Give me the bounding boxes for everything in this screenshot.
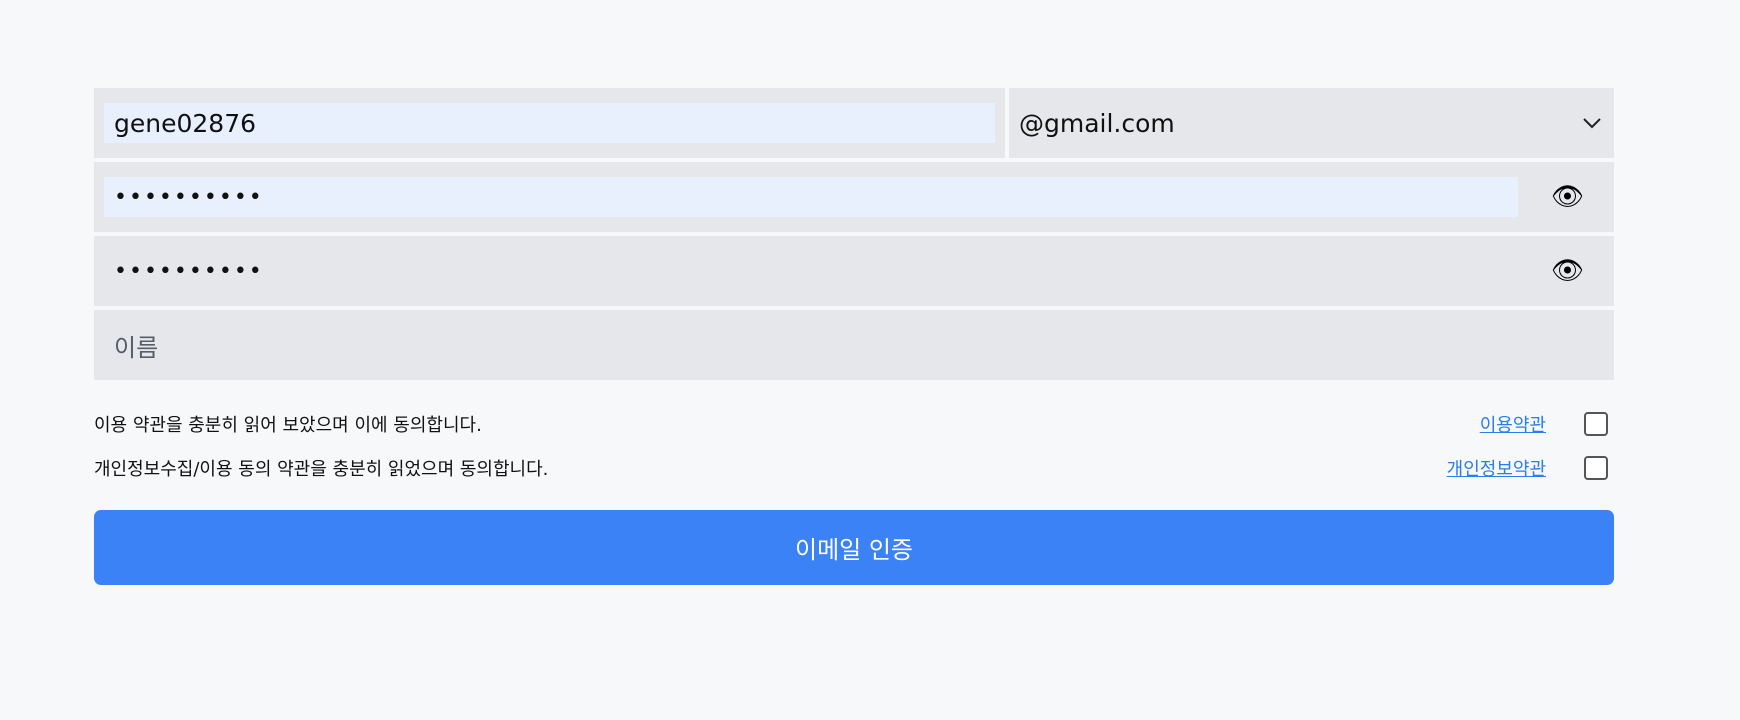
agreement-privacy-actions: 개인정보약관 bbox=[1447, 455, 1614, 481]
privacy-checkbox[interactable] bbox=[1584, 456, 1608, 480]
password-confirm-row: •••••••••• 👁 bbox=[94, 236, 1614, 306]
signup-form: gene02876 @gmail.com •••••••••• 👁 ••••••… bbox=[94, 88, 1614, 585]
email-local-value: gene02876 bbox=[114, 108, 257, 138]
email-verify-label: 이메일 인증 bbox=[794, 536, 914, 564]
agreement-terms: 이용 약관을 충분히 읽어 보았으며 이에 동의합니다. 이용약관 bbox=[94, 402, 1614, 446]
name-placeholder: 이름 bbox=[114, 333, 159, 362]
terms-link[interactable]: 이용약관 bbox=[1480, 411, 1546, 437]
email-verify-button[interactable]: 이메일 인증 bbox=[94, 510, 1614, 585]
password-row: •••••••••• 👁 bbox=[94, 162, 1614, 232]
password-confirm-input[interactable]: •••••••••• bbox=[104, 251, 1518, 291]
password-confirm-value: •••••••••• bbox=[114, 258, 264, 284]
privacy-link[interactable]: 개인정보약관 bbox=[1447, 455, 1546, 481]
terms-checkbox[interactable] bbox=[1584, 412, 1608, 436]
agreement-privacy-text: 개인정보수집/이용 동의 약관을 충분히 읽었으며 동의합니다. bbox=[94, 459, 549, 480]
agreements: 이용 약관을 충분히 읽어 보았으며 이에 동의합니다. 이용약관 개인정보수집… bbox=[94, 402, 1614, 490]
password-container: •••••••••• 👁 bbox=[94, 162, 1614, 232]
eye-icon[interactable]: 👁 bbox=[1551, 258, 1584, 284]
name-input[interactable]: 이름 bbox=[94, 310, 1614, 380]
password-value: •••••••••• bbox=[114, 184, 264, 210]
name-row: 이름 bbox=[94, 310, 1614, 380]
eye-icon[interactable]: 👁 bbox=[1551, 184, 1584, 210]
email-row: gene02876 @gmail.com bbox=[94, 88, 1614, 158]
chevron-down-icon bbox=[1582, 117, 1602, 129]
email-local-input[interactable]: gene02876 bbox=[104, 103, 995, 143]
password-confirm-container: •••••••••• 👁 bbox=[94, 236, 1614, 306]
password-input[interactable]: •••••••••• bbox=[104, 177, 1518, 217]
agreement-privacy: 개인정보수집/이용 동의 약관을 충분히 읽었으며 동의합니다. 개인정보약관 bbox=[94, 446, 1614, 490]
agreement-terms-text: 이용 약관을 충분히 읽어 보았으며 이에 동의합니다. bbox=[94, 415, 482, 436]
email-domain-select[interactable]: @gmail.com bbox=[1009, 88, 1614, 158]
email-domain-value: @gmail.com bbox=[1019, 108, 1175, 138]
email-local-container: gene02876 bbox=[94, 88, 1005, 158]
agreement-terms-actions: 이용약관 bbox=[1480, 411, 1614, 437]
